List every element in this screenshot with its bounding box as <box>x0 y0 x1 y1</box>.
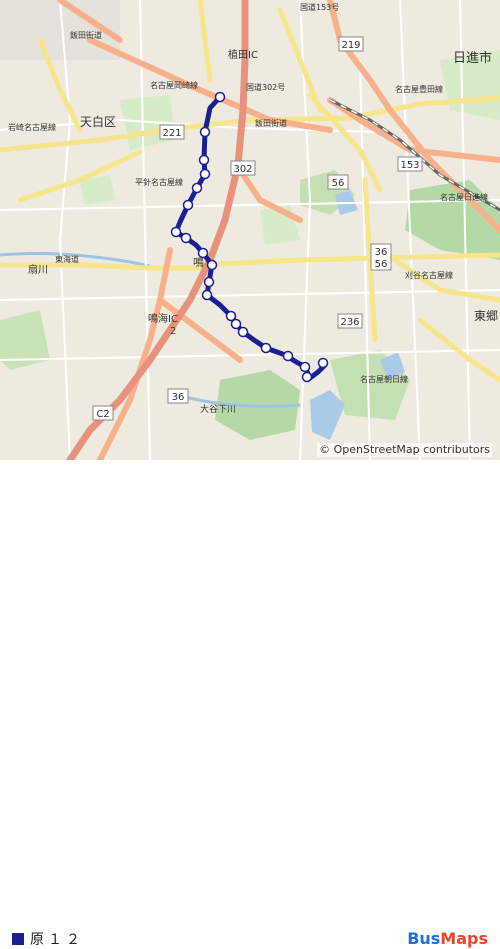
bus-stop-marker[interactable] <box>237 326 249 338</box>
map-attribution[interactable]: © OpenStreetMap contributors <box>317 443 492 457</box>
map-canvas: 302 219 221 153 56 36 56 236 36 C2 天白区 日… <box>0 0 500 460</box>
svg-text:国道302号: 国道302号 <box>246 82 285 92</box>
bus-stop-marker[interactable] <box>197 247 209 259</box>
svg-text:東海道: 東海道 <box>55 254 79 264</box>
svg-text:36: 36 <box>172 392 185 403</box>
brand-part-bus: Bus <box>407 929 441 948</box>
bus-stop-marker[interactable] <box>191 182 203 194</box>
bus-stop-marker[interactable] <box>214 91 226 103</box>
svg-text:219: 219 <box>341 40 360 51</box>
svg-text:56: 56 <box>332 178 345 189</box>
route-shield-236: 236 <box>337 313 363 329</box>
svg-text:名古屋朝日線: 名古屋朝日線 <box>360 374 408 384</box>
bus-stop-marker[interactable] <box>198 154 210 166</box>
route-shield-153: 153 <box>397 156 423 172</box>
svg-text:名古屋岡崎線: 名古屋岡崎線 <box>150 80 198 90</box>
bus-stop-marker[interactable] <box>317 357 329 369</box>
bus-stop-marker[interactable] <box>299 361 311 373</box>
svg-text:岩崎名古屋線: 岩崎名古屋線 <box>8 122 56 132</box>
footer-bar: 原１２ BusMaps <box>0 460 500 948</box>
route-shield-36-56: 36 56 <box>370 243 392 271</box>
label-tenpaku: 天白区 <box>80 114 116 129</box>
bus-stop-marker[interactable] <box>170 226 182 238</box>
bus-stop-marker[interactable] <box>180 232 192 244</box>
label-narumi-ic-no: 2 <box>170 326 176 337</box>
route-shield-221: 221 <box>159 124 185 140</box>
svg-text:平針名古屋線: 平針名古屋線 <box>135 177 183 187</box>
label-togo: 東郷 <box>474 309 498 323</box>
route-shield-36: 36 <box>167 388 189 404</box>
svg-text:国道153号: 国道153号 <box>300 2 339 12</box>
green-areas <box>0 0 500 440</box>
svg-text:名古屋日進線: 名古屋日進線 <box>440 192 488 202</box>
svg-text:153: 153 <box>400 160 419 171</box>
label-okute: 大谷下川 <box>200 403 236 415</box>
map-area[interactable]: 302 219 221 153 56 36 56 236 36 C2 天白区 日… <box>0 0 500 460</box>
bus-stop-marker[interactable] <box>199 126 211 138</box>
svg-text:C2: C2 <box>96 409 109 420</box>
bus-stop-marker[interactable] <box>199 168 211 180</box>
label-nisshin: 日進市 <box>453 50 492 66</box>
brand-part-maps: Maps <box>440 929 488 948</box>
svg-text:飯田街道: 飯田街道 <box>255 118 287 128</box>
label-narumi-ic: 鳴海IC <box>148 312 178 325</box>
svg-text:302: 302 <box>233 164 252 175</box>
svg-text:飯田街道: 飯田街道 <box>70 30 102 40</box>
bus-stop-marker[interactable] <box>206 259 218 271</box>
label-river: 扇川 <box>28 263 48 276</box>
route-name-label: 原１２ <box>30 932 84 948</box>
bus-stop-marker[interactable] <box>203 276 215 288</box>
route-shield-56: 56 <box>327 174 349 190</box>
bus-stop-marker[interactable] <box>282 350 294 362</box>
route-color-swatch <box>12 933 24 945</box>
svg-text:221: 221 <box>162 128 181 139</box>
svg-text:56: 56 <box>375 259 388 270</box>
route-line <box>173 94 328 381</box>
bus-stop-marker[interactable] <box>301 371 313 383</box>
route-shield-c2: C2 <box>92 405 114 421</box>
svg-text:名古屋豊田線: 名古屋豊田線 <box>395 84 443 94</box>
bus-stop-marker[interactable] <box>201 289 213 301</box>
svg-text:36: 36 <box>375 247 388 258</box>
bus-stop-marker[interactable] <box>230 318 242 330</box>
route-shield-302: 302 <box>230 160 256 176</box>
route-shield-219: 219 <box>338 36 364 52</box>
svg-text:刈谷名古屋線: 刈谷名古屋線 <box>405 270 453 280</box>
svg-text:236: 236 <box>340 317 359 328</box>
bus-stop-marker[interactable] <box>260 342 272 354</box>
label-ueda-ic: 植田IC <box>228 48 258 61</box>
busmaps-logo: BusMaps <box>407 929 488 948</box>
bus-stop-marker[interactable] <box>182 199 194 211</box>
